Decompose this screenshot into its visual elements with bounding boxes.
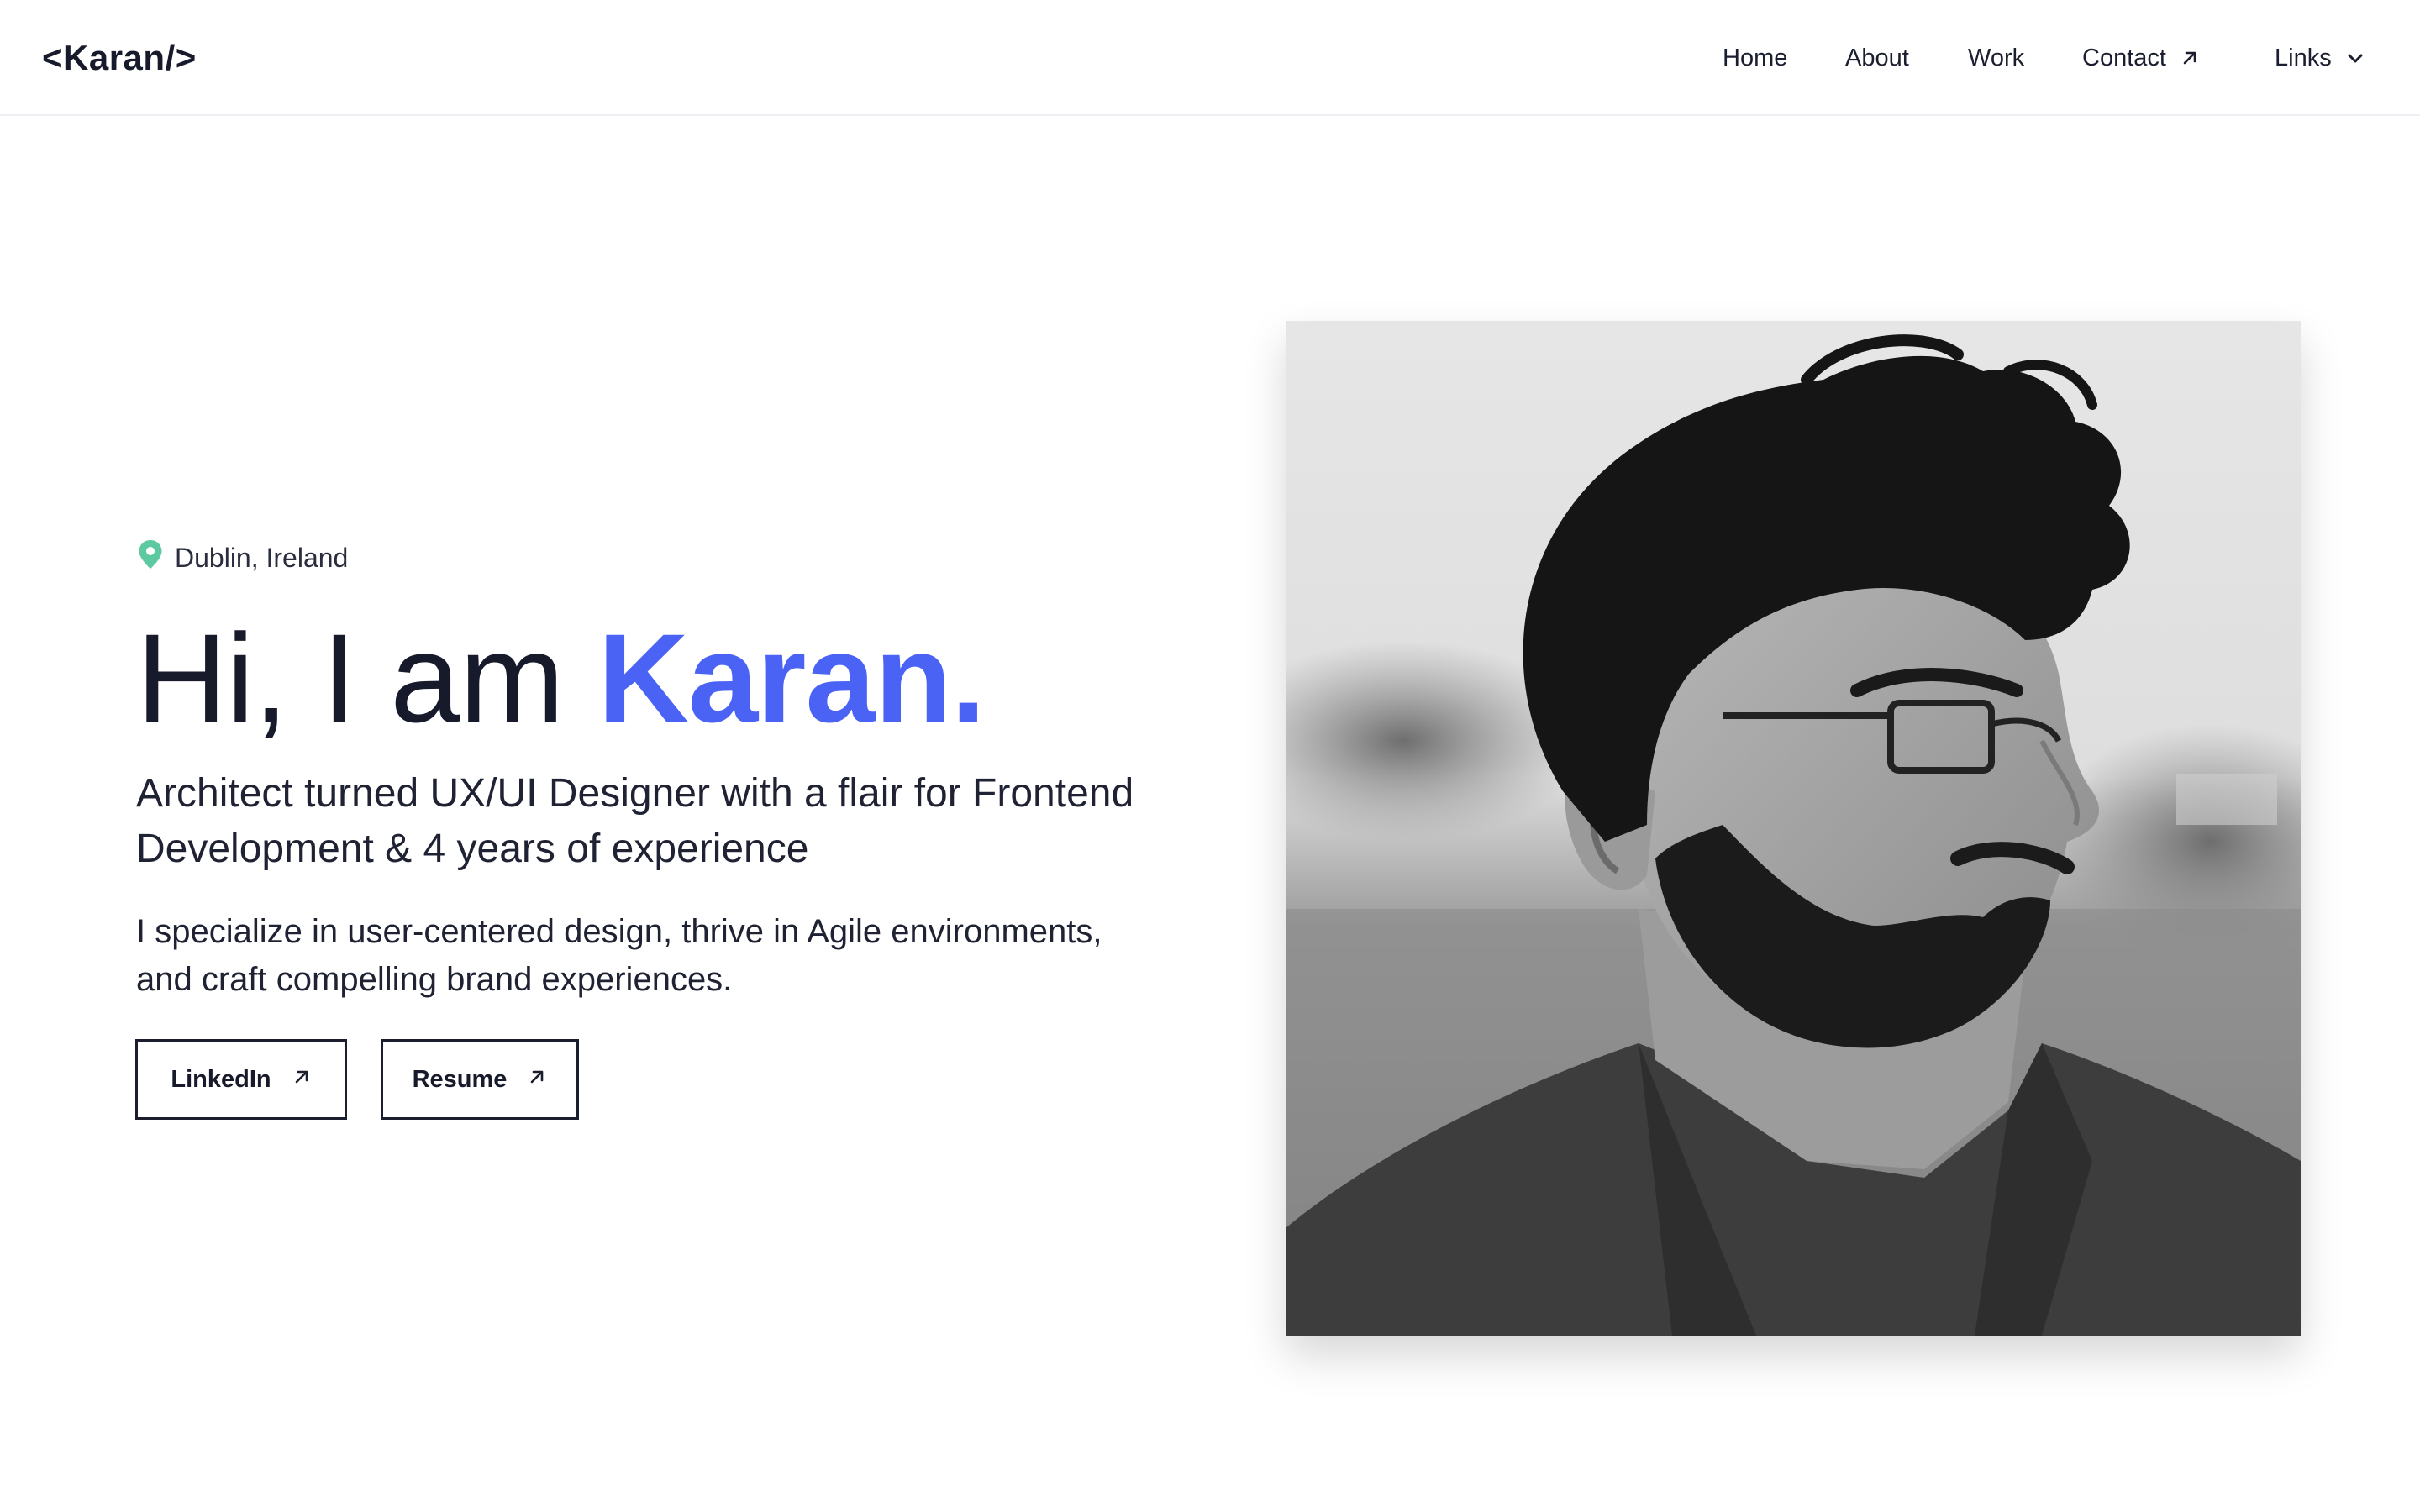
arrow-up-right-icon xyxy=(292,1066,312,1094)
resume-button[interactable]: Resume xyxy=(381,1039,579,1120)
nav-links-dropdown[interactable]: Links xyxy=(2275,39,2365,77)
arrow-up-right-icon xyxy=(2180,48,2200,68)
resume-button-label: Resume xyxy=(412,1065,508,1093)
page: <Karan/> Home About Work Contact Links D… xyxy=(0,0,2420,1512)
location-text: Dublin, Ireland xyxy=(175,542,349,573)
arrow-up-right-icon xyxy=(527,1066,547,1094)
nav-links-label: Links xyxy=(2275,45,2332,71)
nav-home[interactable]: Home xyxy=(1723,39,1787,77)
hero-headline: Hi, I am Karan. xyxy=(136,606,986,749)
portrait-illustration xyxy=(1286,321,2301,1336)
site-header: <Karan/> Home About Work Contact Links xyxy=(0,0,2420,116)
nav-about-label: About xyxy=(1845,45,1909,71)
hero-name: Karan. xyxy=(597,607,986,748)
hero-description: I specialize in user-centered design, th… xyxy=(136,913,1102,998)
nav-contact-label: Contact xyxy=(2082,45,2166,71)
chevron-down-icon xyxy=(2345,48,2365,68)
portrait-photo xyxy=(1286,321,2301,1336)
nav-work-label: Work xyxy=(1968,45,2025,71)
nav-about[interactable]: About xyxy=(1845,39,1909,77)
hero-greeting: Hi, I am xyxy=(136,607,598,748)
linkedin-button-label: LinkedIn xyxy=(171,1065,271,1093)
linkedin-button[interactable]: LinkedIn xyxy=(135,1039,347,1120)
nav-work[interactable]: Work xyxy=(1968,39,2024,77)
map-pin-icon xyxy=(138,539,163,576)
nav-contact[interactable]: Contact xyxy=(2082,39,2200,77)
hero-subheading: Architect turned UX/UI Designer with a f… xyxy=(136,771,1134,871)
main-nav: Home About Work Contact Links xyxy=(0,39,2420,77)
location: Dublin, Ireland xyxy=(138,538,348,578)
nav-home-label: Home xyxy=(1723,45,1788,71)
